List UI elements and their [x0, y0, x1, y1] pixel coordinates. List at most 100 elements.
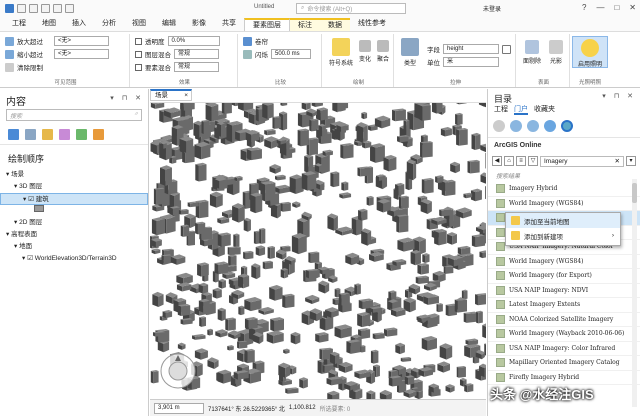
tab-edit[interactable]: 编辑 [154, 18, 184, 31]
pane-controls[interactable]: ▾ ⊓ ✕ [110, 94, 144, 102]
result-item[interactable]: USA NAIP Imagery: Color Infrared [488, 342, 640, 356]
drawing-order-icon[interactable] [8, 129, 19, 140]
menu-item-add-to-current-map[interactable]: 添加至当前地图 [506, 213, 620, 228]
close-button[interactable]: ✕ [629, 3, 636, 12]
result-item[interactable]: World Imagery (for Export) [488, 269, 640, 284]
tab-project[interactable]: 工程 [4, 18, 34, 31]
command-search-input[interactable]: ⌕ 命令搜索 (Alt+Q) [296, 3, 406, 14]
catalog-search-input[interactable]: Imagery ✕ [540, 155, 624, 167]
editing-icon[interactable] [59, 129, 70, 140]
vary-button[interactable]: 变化 [356, 40, 374, 63]
my-content-icon[interactable] [493, 120, 505, 132]
back-button[interactable]: ◀ [492, 156, 502, 166]
navigator-control[interactable] [158, 351, 198, 391]
filter-icon[interactable]: ▽ [528, 156, 538, 166]
data-source-icon[interactable] [25, 129, 36, 140]
tab-insert[interactable]: 插入 [64, 18, 94, 31]
transparency-checkbox[interactable] [135, 37, 142, 45]
selection-icon[interactable] [42, 129, 53, 140]
unit-dropdown[interactable]: 米 [443, 57, 499, 67]
maximize-button[interactable]: □ [614, 3, 619, 12]
search-options-button[interactable]: ▾ [626, 156, 636, 166]
layer-blend-dropdown[interactable]: 常规 [174, 49, 219, 59]
tab-feature-layer[interactable]: 要素图层 [244, 18, 290, 31]
tab-labeling[interactable]: 标注 [290, 18, 320, 31]
swipe-button[interactable]: 卷帘 [243, 35, 318, 47]
close-icon[interactable]: × [184, 91, 188, 100]
layer-blend-checkbox[interactable] [135, 50, 142, 58]
extrusion-type-button[interactable]: 类型 [399, 38, 421, 67]
sort-button[interactable]: ≡ [516, 156, 526, 166]
result-item[interactable]: Latest Imagery Extents [488, 298, 640, 313]
result-item[interactable]: World Imagery (WGS84) [488, 255, 640, 269]
zoom-out-dropdown[interactable]: <无> [54, 49, 109, 59]
aggregate-button[interactable]: 聚合 [374, 40, 392, 63]
tab-scene[interactable]: 场景 × [150, 89, 192, 101]
tab-share[interactable]: 共享 [214, 18, 244, 31]
toc-item[interactable]: ▾ ☑ WorldElevation3D/Terrain3D [0, 253, 148, 265]
toc-item[interactable]: ▾ 3D 图层 [0, 181, 148, 193]
toc-item[interactable]: ▾ 场景 [0, 169, 148, 181]
toc-item[interactable]: ▾ ☑ 建筑 [0, 193, 148, 205]
building-block [280, 103, 288, 107]
contents-search-input[interactable]: 搜索 ⌕ [6, 109, 142, 121]
tab-analysis[interactable]: 分析 [94, 18, 124, 31]
flicker-input[interactable]: 500.0 ms [271, 49, 311, 59]
tab-catalog-portal[interactable]: 门户 [514, 104, 528, 115]
symbology-button[interactable]: 符号系统 [326, 38, 356, 67]
layer-visibility-checkbox[interactable]: ☑ [28, 196, 36, 203]
tab-catalog-favorites[interactable]: 收藏夹 [534, 104, 555, 115]
face-culling-button[interactable]: 面剔除 [520, 40, 544, 65]
new-icon[interactable] [17, 4, 26, 13]
transparency-input[interactable]: 0.0% [167, 36, 220, 46]
enable-lighting-button[interactable]: 启用照明 [572, 36, 608, 68]
arcgis-online-icon[interactable] [561, 120, 573, 132]
user-status[interactable]: 未登录 [483, 4, 501, 13]
living-atlas-icon[interactable] [544, 120, 556, 132]
save-icon[interactable] [41, 4, 50, 13]
minimize-button[interactable]: — [596, 3, 604, 12]
expression-icon[interactable] [502, 44, 511, 54]
zoom-in-dropdown[interactable]: <无> [54, 36, 109, 46]
toc-item[interactable]: ▾ 高程表面 [0, 229, 148, 241]
building-block [207, 328, 213, 336]
symbol-swatch[interactable] [34, 205, 44, 212]
groups-icon[interactable] [510, 120, 522, 132]
redo-icon[interactable] [65, 4, 74, 13]
map-canvas[interactable] [150, 102, 486, 399]
result-item[interactable]: World Imagery (Wayback 2010-06-06) [488, 327, 640, 342]
tab-catalog-project[interactable]: 工程 [494, 104, 508, 115]
help-button[interactable]: ? [582, 3, 586, 12]
organization-icon[interactable] [527, 120, 539, 132]
result-item[interactable]: World Imagery (WGS84) [488, 197, 640, 211]
result-item[interactable]: Imagery Hybrid [488, 182, 640, 197]
result-item[interactable]: USA NAIP Imagery: NDVI [488, 284, 640, 298]
pane-controls[interactable]: ▾ ⊓ ✕ [602, 92, 636, 100]
clear-limits-button[interactable]: 清除限制 [5, 61, 126, 73]
feature-blend-dropdown[interactable]: 常规 [174, 62, 219, 72]
toc-item[interactable] [0, 205, 148, 217]
labeling-icon[interactable] [93, 129, 104, 140]
home-button[interactable]: ⌂ [504, 156, 514, 166]
tab-view[interactable]: 视图 [124, 18, 154, 31]
scale-dropdown[interactable]: 3,901 m [154, 402, 204, 414]
snapping-icon[interactable] [76, 129, 87, 140]
menu-item-add-to-new[interactable]: 添加到新建项 › [506, 228, 620, 243]
open-icon[interactable] [29, 4, 38, 13]
toc-item[interactable]: ▾ 2D 图层 [0, 217, 148, 229]
feature-blend-checkbox[interactable] [135, 63, 142, 71]
result-item[interactable]: Firefly Imagery Hybrid [488, 371, 640, 385]
tab-imagery[interactable]: 影像 [184, 18, 214, 31]
tab-linear-referencing[interactable]: 线性参考 [350, 18, 394, 31]
result-item[interactable]: Mapillary Oriented Imagery Catalog [488, 356, 640, 371]
undo-icon[interactable] [53, 4, 62, 13]
close-icon[interactable]: ✕ [615, 157, 620, 166]
lighting-button[interactable]: 光影 [545, 40, 567, 65]
results-scrollbar[interactable] [632, 179, 637, 407]
toc-item[interactable]: ▾ 地面 [0, 241, 148, 253]
layer-visibility-checkbox[interactable]: ☑ [27, 255, 35, 262]
tab-data[interactable]: 数据 [320, 18, 350, 31]
result-item[interactable]: NOAA Colorized Satellite Imagery [488, 313, 640, 327]
field-dropdown[interactable]: height [443, 44, 499, 54]
tab-map[interactable]: 地图 [34, 18, 64, 31]
